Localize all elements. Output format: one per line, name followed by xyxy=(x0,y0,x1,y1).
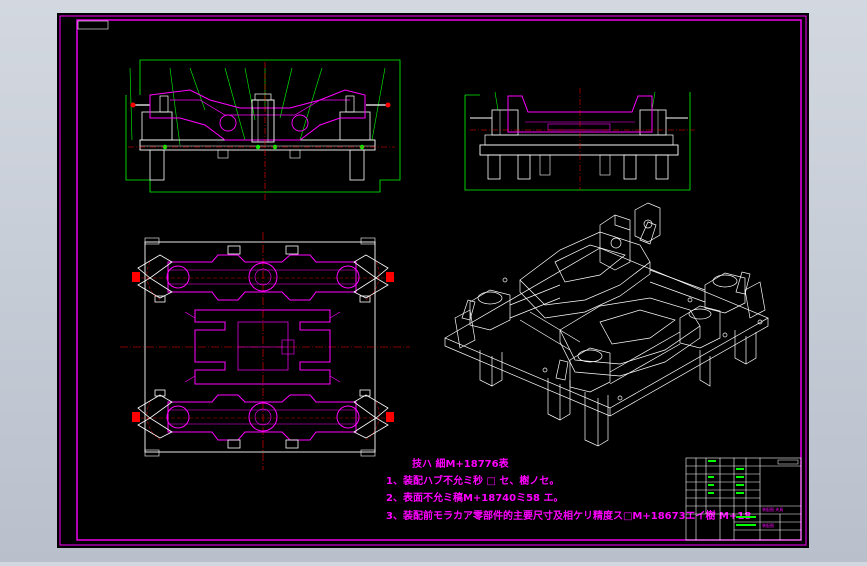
title-block-sheet: 装配图 xyxy=(762,522,774,528)
drawing-canvas: 技ハ 細M+18776表 1、装配ハブ不允ミ秒 □ セ、樹ノセ。 2、表面不允ミ… xyxy=(57,13,809,548)
note-line-1: 1、装配ハブ不允ミ秒 □ セ、樹ノセ。 xyxy=(386,474,559,487)
note-line-3: 3、装配前モラカア零部件的主要尺寸及相ケリ精度ス□M+18673エイ樹 M+18 xyxy=(386,509,751,522)
notes-title: 技ハ 細M+18776表 xyxy=(412,457,510,470)
cad-viewport[interactable]: 技ハ 細M+18776表 1、装配ハブ不允ミ秒 □ セ、樹ノセ。 2、表面不允ミ… xyxy=(0,0,867,562)
note-line-2: 2、表面不允ミ稿M+18740ミ58 エ。 xyxy=(386,491,563,504)
title-block-company: 装配图 夹具 xyxy=(762,506,783,512)
